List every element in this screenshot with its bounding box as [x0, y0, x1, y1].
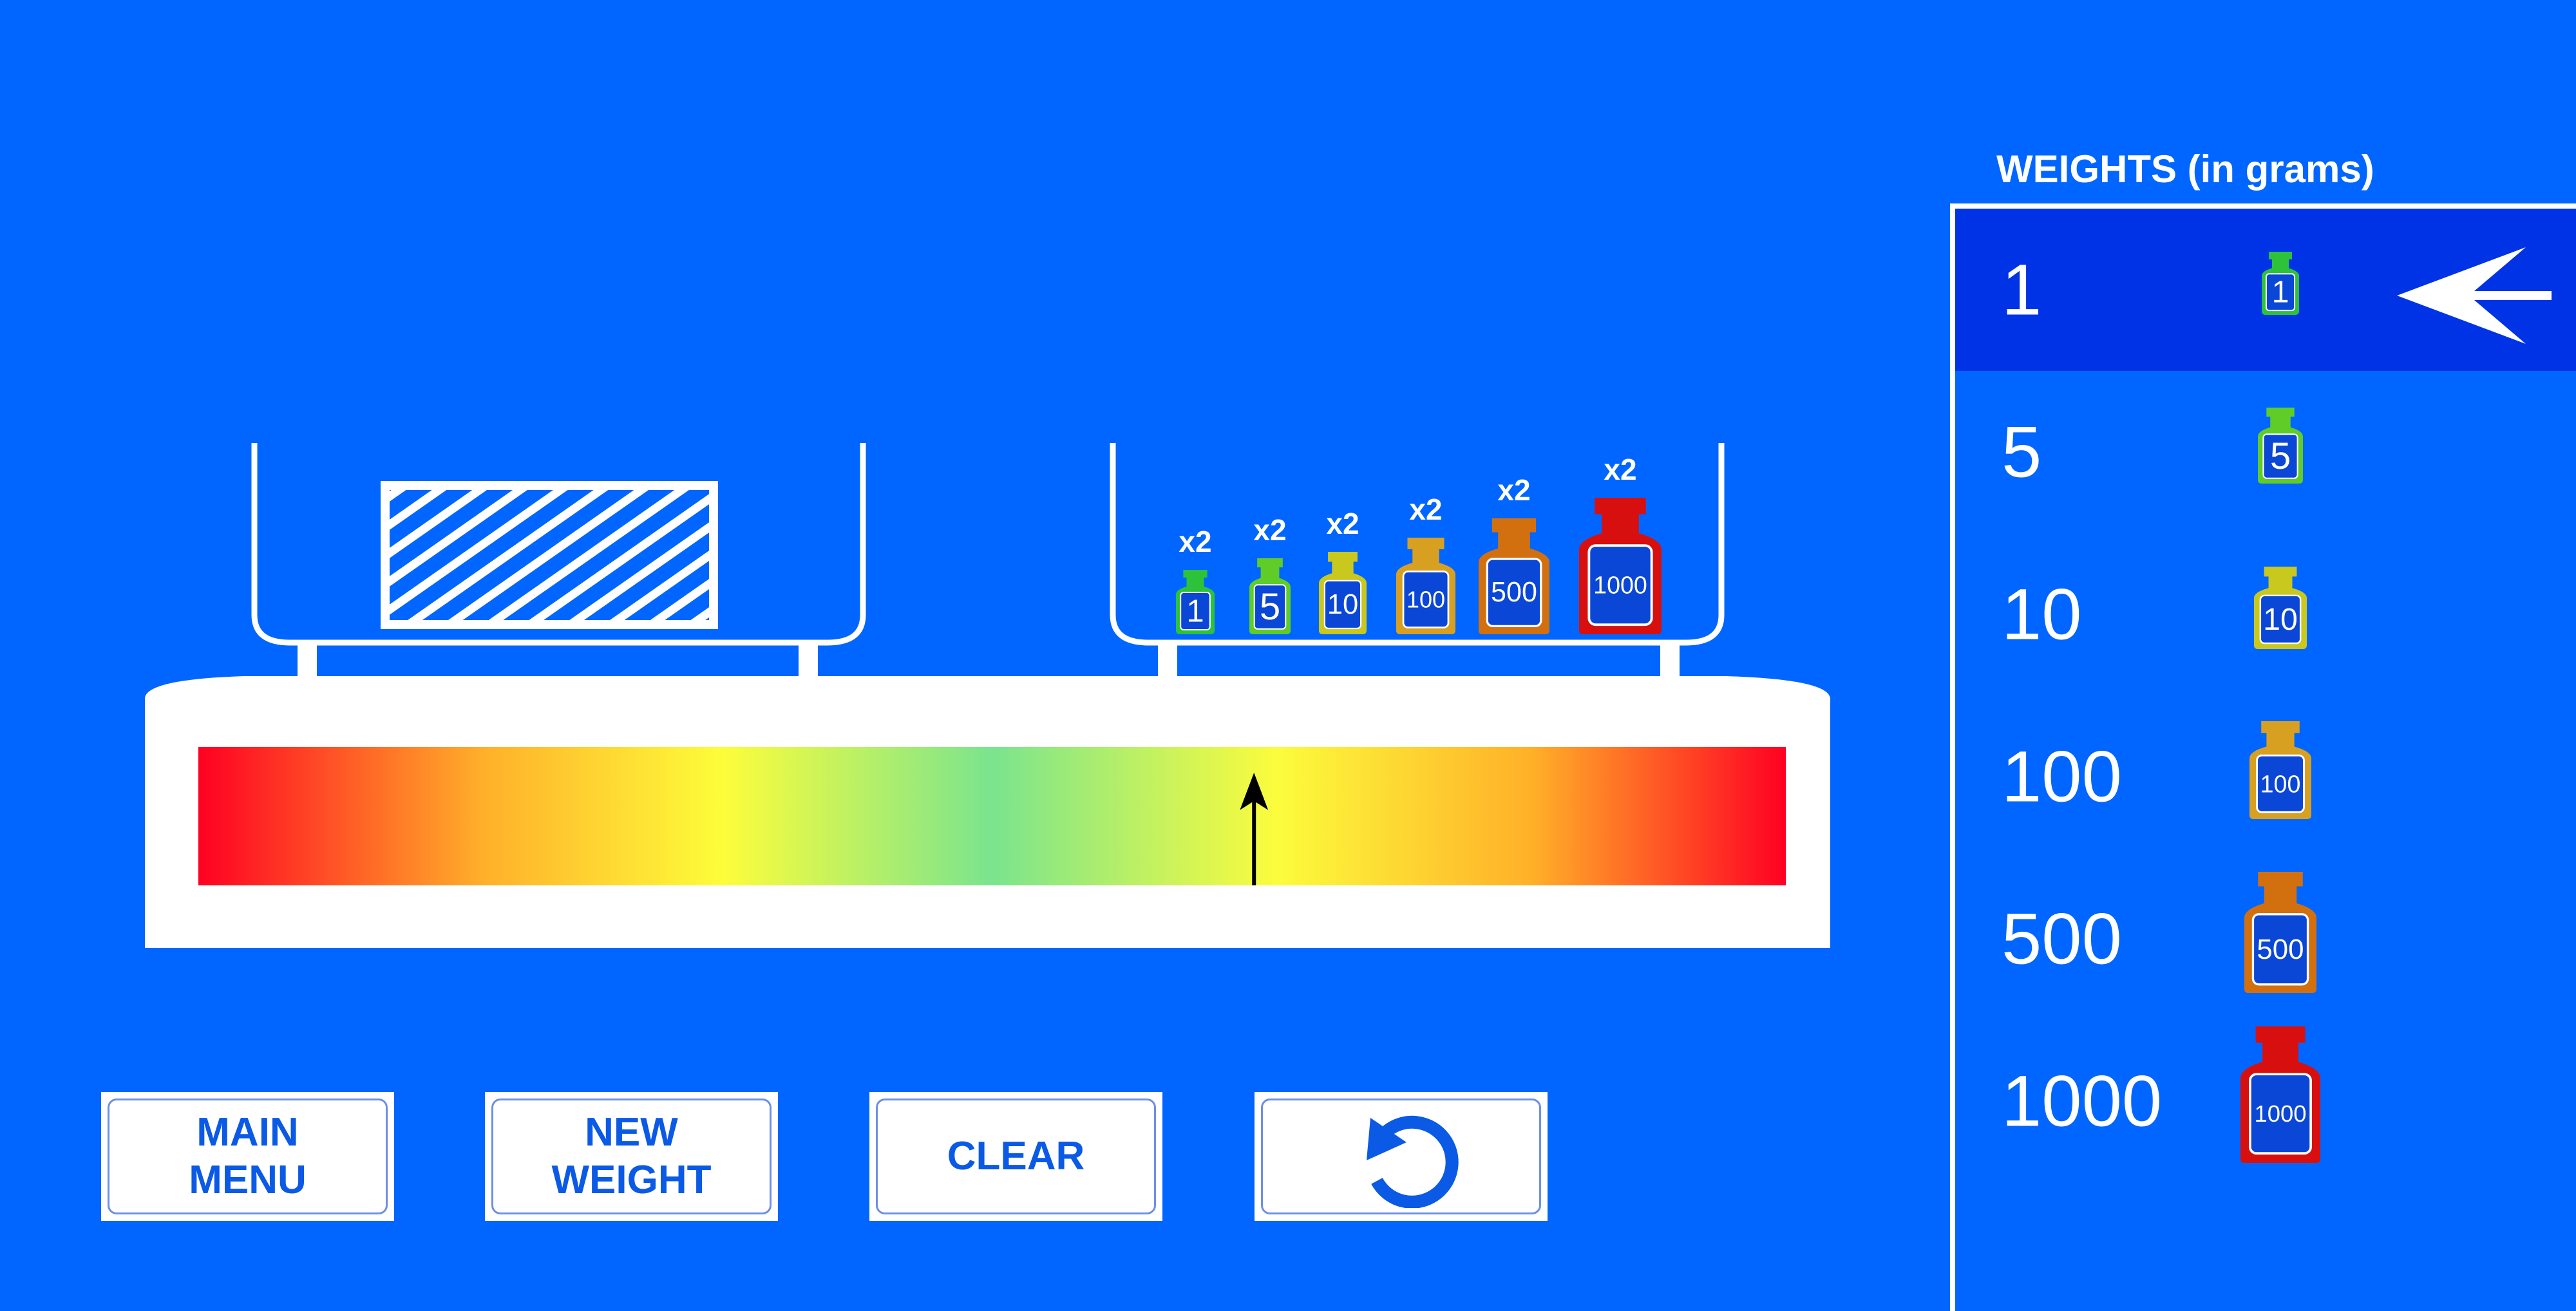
svg-text:1000: 1000	[1593, 572, 1647, 599]
pan-weight-1000[interactable]: 1000	[1579, 498, 1662, 634]
pan-weight-count: x2	[1253, 513, 1286, 547]
clear-label: CLEAR	[947, 1134, 1085, 1178]
main-menu-button[interactable]: MAIN MENU	[101, 1092, 394, 1221]
svg-text:500: 500	[1491, 577, 1537, 608]
pan-weight-count: x2	[1604, 453, 1636, 486]
undo-button[interactable]	[1255, 1092, 1548, 1221]
pan-weight-1[interactable]: 1	[1176, 570, 1215, 634]
weight-row-1[interactable]: 1 1	[1955, 209, 2576, 371]
weight-row-label: 1	[2002, 249, 2042, 330]
weight-row-5[interactable]: 5 5	[1955, 371, 2576, 533]
weight-bottle-icon: 100	[2249, 721, 2311, 819]
svg-text:500: 500	[2257, 934, 2304, 965]
svg-text:100: 100	[1406, 587, 1445, 613]
weights-panel: 1 15 5 10 10 100 100 500 500 1000 1000	[1950, 203, 2576, 1311]
weight-row-500[interactable]: 500 500	[1955, 858, 2576, 1020]
svg-text:5: 5	[2270, 435, 2291, 477]
new-weight-label-line1: NEW	[585, 1110, 678, 1155]
weights-panel-title: WEIGHTS (in grams)	[1996, 147, 2374, 191]
weight-bottle-icon: 1	[2262, 252, 2299, 315]
new-weight-button[interactable]: NEW WEIGHT	[485, 1092, 778, 1221]
svg-text:1000: 1000	[2254, 1100, 2306, 1127]
pan-weight-500[interactable]: 500	[1479, 518, 1549, 634]
selected-arrow-icon	[2397, 247, 2552, 344]
svg-text:1: 1	[2272, 275, 2289, 310]
weight-bottle-icon: 10	[2254, 567, 2307, 649]
svg-text:10: 10	[2263, 602, 2298, 637]
undo-icon	[1366, 1115, 1459, 1208]
weight-bottle-icon: 5	[2258, 408, 2303, 484]
weight-row-1000[interactable]: 1000 1000	[1955, 1020, 2576, 1182]
pan-weight-10[interactable]: 10	[1319, 552, 1367, 634]
weight-row-10[interactable]: 10 10	[1955, 533, 2576, 695]
balance-gradient-bar	[198, 747, 1786, 885]
pan-weight-count: x2	[1179, 525, 1211, 558]
pan-weight-count: x2	[1409, 493, 1442, 526]
weight-row-label: 500	[2002, 898, 2122, 979]
weight-bottle-icon: 500	[2244, 872, 2316, 993]
unknown-weight-object	[381, 481, 718, 629]
svg-text:100: 100	[2260, 770, 2301, 797]
main-menu-label-line2: MENU	[189, 1158, 307, 1202]
clear-button[interactable]: CLEAR	[869, 1092, 1162, 1221]
main-menu-label-line1: MAIN	[196, 1110, 299, 1155]
svg-text:1: 1	[1186, 594, 1204, 629]
weight-bottle-icon: 1000	[2240, 1026, 2320, 1163]
weight-row-label: 1000	[2002, 1061, 2163, 1142]
svg-text:5: 5	[1260, 586, 1280, 628]
svg-text:10: 10	[1327, 589, 1358, 620]
weight-row-label: 100	[2002, 736, 2122, 817]
weight-row-100[interactable]: 100 100	[1955, 695, 2576, 858]
weight-row-label: 5	[2002, 411, 2042, 493]
weight-row-label: 10	[2002, 574, 2082, 655]
pan-weight-count: x2	[1326, 507, 1359, 540]
pan-weight-100[interactable]: 100	[1396, 538, 1455, 634]
new-weight-label-line2: WEIGHT	[551, 1158, 712, 1202]
pan-weight-count: x2	[1497, 473, 1530, 507]
pan-weight-5[interactable]: 5	[1249, 558, 1291, 634]
